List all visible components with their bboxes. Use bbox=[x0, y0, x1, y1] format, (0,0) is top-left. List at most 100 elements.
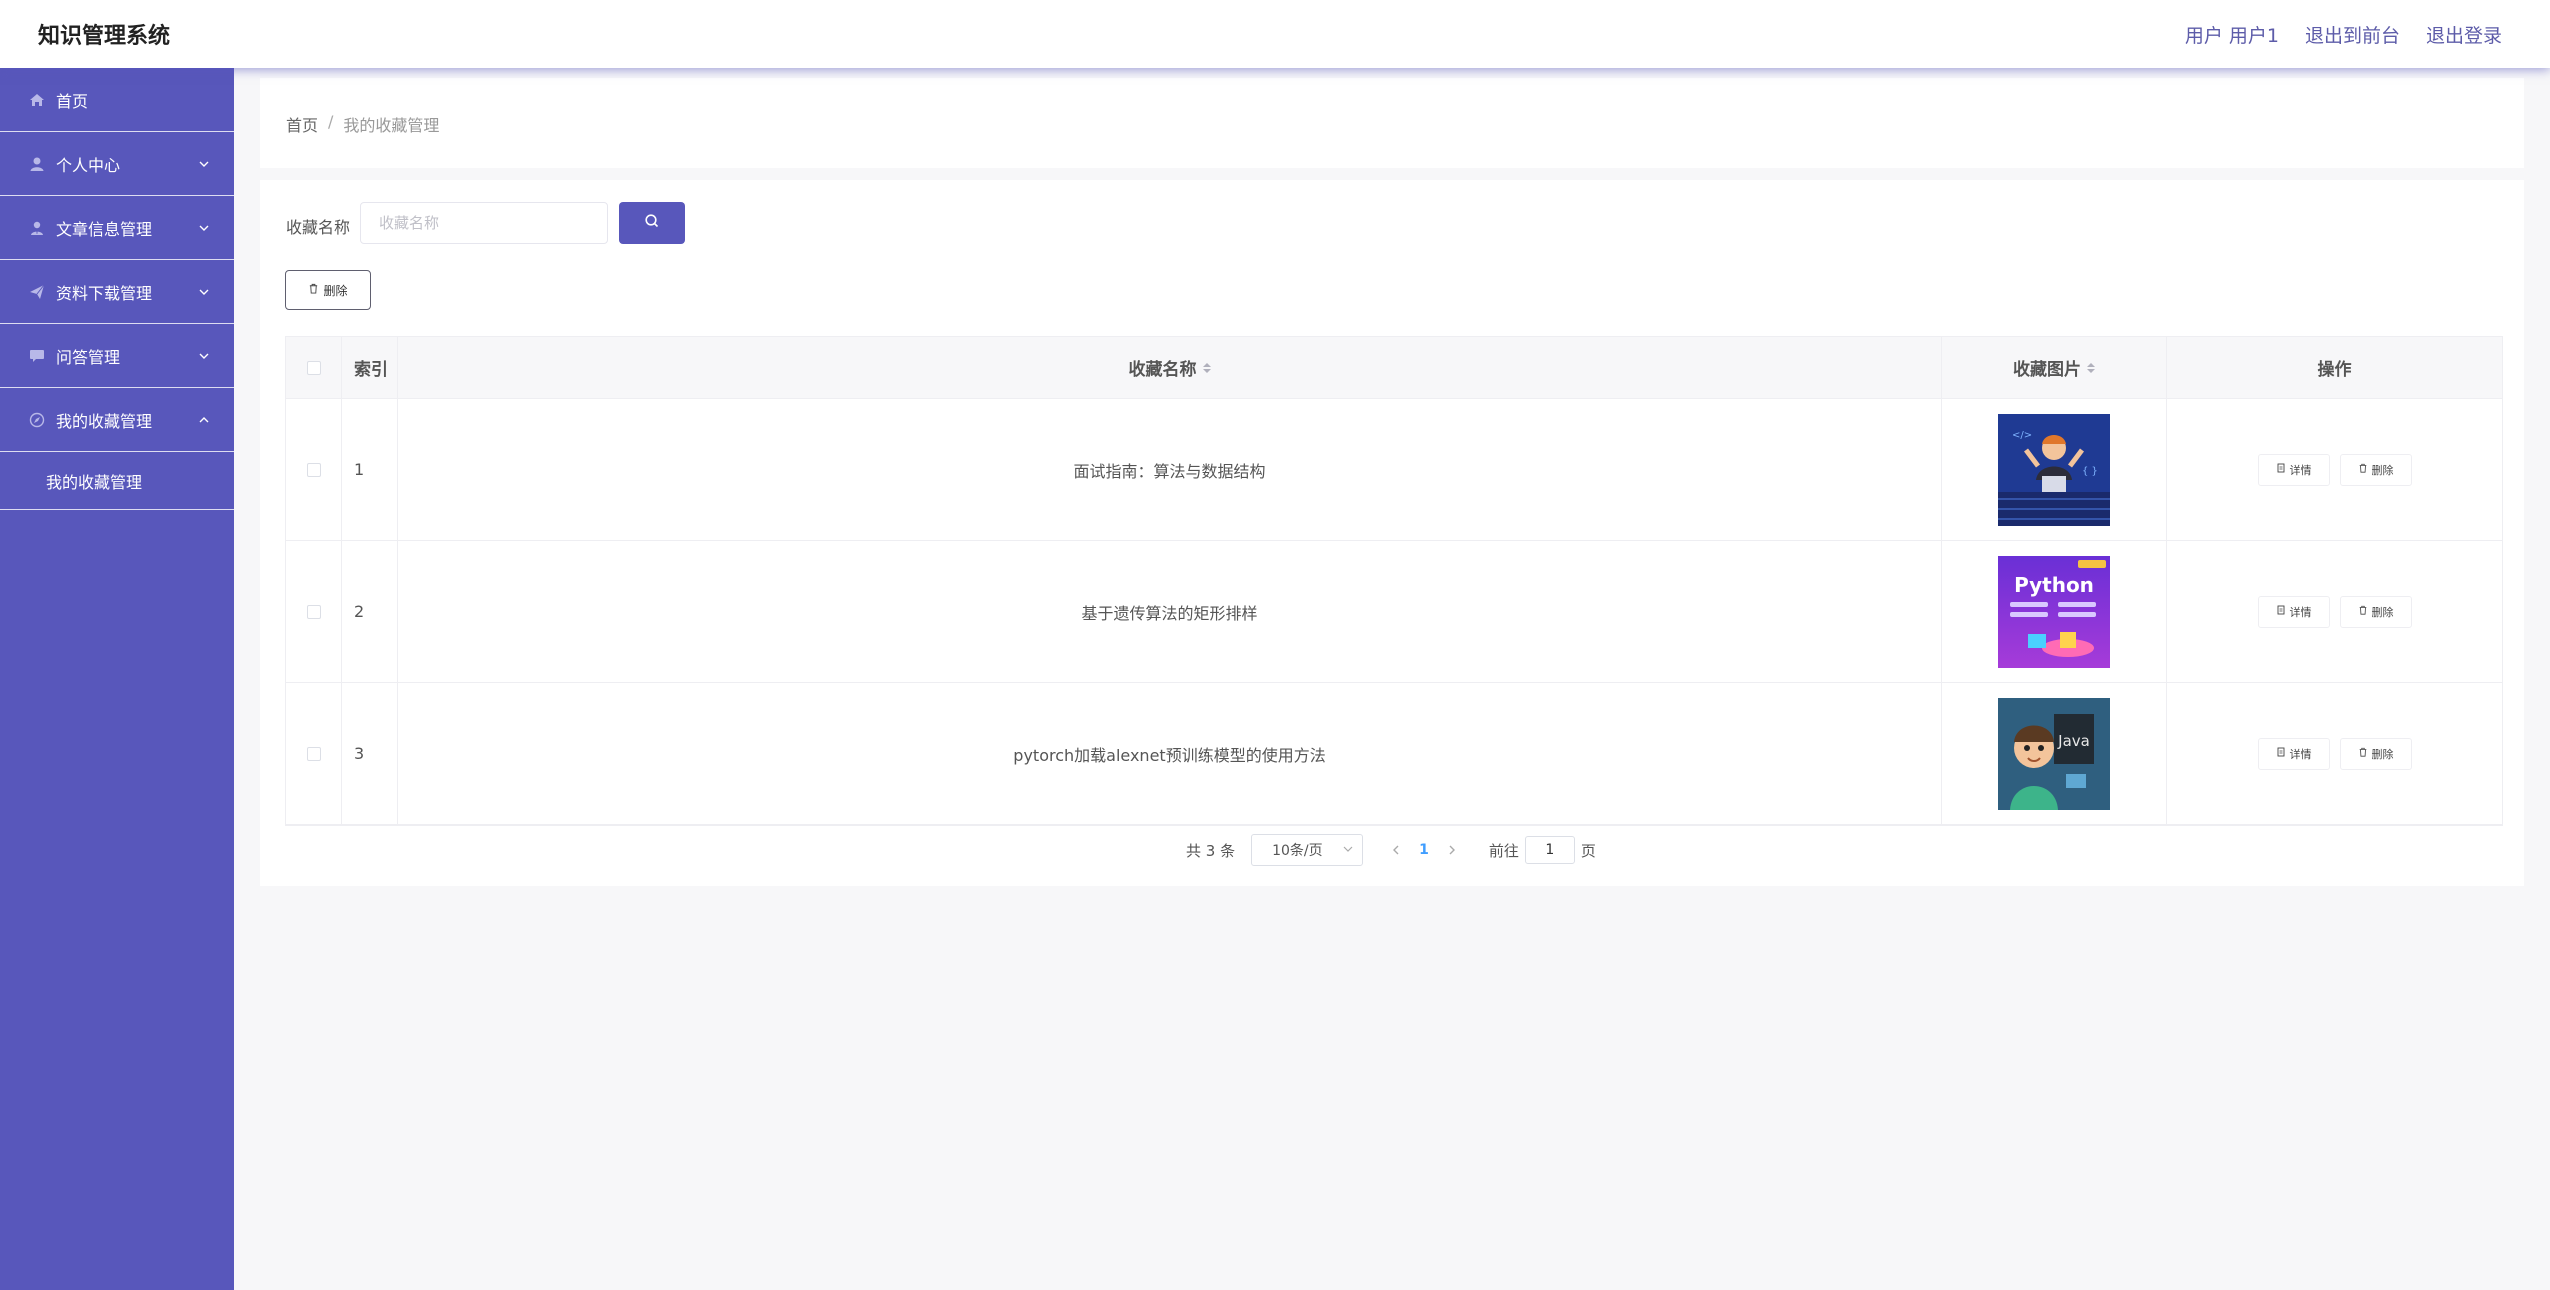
submenu-item-label: 我的收藏管理 bbox=[46, 472, 143, 492]
row-actions: 详情 删除 bbox=[2167, 683, 2502, 824]
row-index: 3 bbox=[342, 683, 398, 824]
logout-link[interactable]: 退出登录 bbox=[2426, 21, 2502, 48]
sidebar-item-label: 我的收藏管理 bbox=[56, 411, 153, 431]
exit-to-frontend-link[interactable]: 退出到前台 bbox=[2305, 21, 2400, 48]
compass-icon bbox=[28, 411, 46, 429]
row-name: 基于遗传算法的矩形排样 bbox=[398, 541, 1942, 682]
row-checkbox[interactable] bbox=[306, 462, 321, 477]
page-suffix: 页 bbox=[1580, 841, 1596, 860]
breadcrumb-separator: / bbox=[328, 112, 334, 131]
sidebar-item-article-management[interactable]: 文章信息管理 bbox=[0, 196, 234, 260]
row-index: 1 bbox=[342, 399, 398, 540]
main-card: 收藏名称 删除 索引 收藏名称 收藏图片 操作 1 bbox=[260, 180, 2524, 886]
row-image-cell: </> { } bbox=[1942, 399, 2167, 540]
row-name: 面试指南：算法与数据结构 bbox=[398, 399, 1942, 540]
search-button[interactable] bbox=[619, 202, 685, 244]
next-page-button[interactable] bbox=[1445, 844, 1459, 856]
row-checkbox-cell bbox=[286, 399, 342, 540]
header-image[interactable]: 收藏图片 bbox=[1942, 337, 2167, 398]
document-icon bbox=[2276, 463, 2286, 476]
breadcrumb-current: 我的收藏管理 bbox=[343, 116, 440, 135]
chat-icon bbox=[28, 347, 46, 365]
search-icon bbox=[644, 213, 660, 233]
pagination-total: 共 3 条 bbox=[1186, 841, 1236, 860]
breadcrumb-card: 首页 / 我的收藏管理 bbox=[260, 78, 2524, 168]
svg-text:Java: Java bbox=[2057, 732, 2090, 750]
table-row: 1 面试指南：算法与数据结构 </> { } 详情 删除 bbox=[286, 399, 2502, 541]
sidebar-item-personal-center[interactable]: 个人中心 bbox=[0, 132, 234, 196]
sort-icon[interactable] bbox=[1202, 362, 1211, 373]
sidebar-item-download-management[interactable]: 资料下载管理 bbox=[0, 260, 234, 324]
paper-plane-icon bbox=[28, 283, 46, 301]
delete-button[interactable]: 删除 bbox=[2339, 453, 2412, 486]
cartoon-programmer-thumbnail[interactable]: </> { } bbox=[1998, 413, 2110, 526]
user-name-link[interactable]: 用户 用户1 bbox=[2185, 21, 2279, 48]
table-row: 3 pytorch加载alexnet预训练模型的使用方法 Java 详情 删除 bbox=[286, 683, 2502, 825]
row-name: pytorch加载alexnet预训练模型的使用方法 bbox=[398, 683, 1942, 824]
sidebar-item-qa-management[interactable]: 问答管理 bbox=[0, 324, 234, 388]
table-row: 2 基于遗传算法的矩形排样 Python 详情 删除 bbox=[286, 541, 2502, 683]
goto-label: 前往 bbox=[1488, 841, 1519, 860]
prev-page-button[interactable] bbox=[1389, 844, 1403, 856]
java-cartoon-thumbnail[interactable]: Java bbox=[1998, 697, 2110, 810]
user-icon bbox=[28, 155, 46, 173]
row-actions: 详情 删除 bbox=[2167, 541, 2502, 682]
document-icon bbox=[2276, 605, 2286, 618]
document-icon bbox=[2276, 747, 2286, 760]
delete-button[interactable]: 删除 bbox=[2339, 595, 2412, 628]
sidebar: 首页 个人中心 文章信息管理 资料下载管理 问答管理 我的收藏管理 我的收藏管理 bbox=[0, 68, 234, 1290]
detail-button[interactable]: 详情 bbox=[2257, 595, 2330, 628]
chevron-down-icon bbox=[1342, 843, 1354, 859]
detail-button[interactable]: 详情 bbox=[2257, 737, 2330, 770]
search-input[interactable] bbox=[360, 202, 608, 244]
row-image-cell: Java bbox=[1942, 683, 2167, 824]
chevron-up-icon bbox=[198, 411, 210, 430]
row-actions: 详情 删除 bbox=[2167, 399, 2502, 540]
svg-text:</>: </> bbox=[2012, 430, 2032, 441]
header-name[interactable]: 收藏名称 bbox=[398, 337, 1942, 398]
top-header: 知识管理系统 用户 用户1 退出到前台 退出登录 bbox=[0, 0, 2550, 68]
goto-page-input[interactable] bbox=[1524, 836, 1575, 864]
page-size-value: 10条/页 bbox=[1272, 843, 1323, 859]
delete-label: 删除 bbox=[2371, 463, 2394, 477]
pagination: 共 3 条 10条/页 1 前往 页 bbox=[1186, 834, 1596, 866]
submenu-item-my-favorites[interactable]: 我的收藏管理 bbox=[0, 452, 234, 510]
row-checkbox[interactable] bbox=[306, 746, 321, 761]
header-checkbox-cell bbox=[286, 337, 342, 398]
sidebar-item-label: 个人中心 bbox=[56, 155, 121, 175]
chevron-down-icon bbox=[198, 155, 210, 174]
batch-delete-button[interactable]: 删除 bbox=[285, 270, 371, 310]
sidebar-item-label: 问答管理 bbox=[56, 347, 121, 367]
delete-label: 删除 bbox=[323, 283, 348, 298]
row-checkbox-cell bbox=[286, 541, 342, 682]
app-title: 知识管理系统 bbox=[38, 24, 171, 49]
breadcrumb-home[interactable]: 首页 bbox=[286, 112, 318, 136]
favorites-table: 索引 收藏名称 收藏图片 操作 1 面试指南：算法与数据结构 </> {} 详… bbox=[285, 336, 2503, 826]
svg-text:{ }: { } bbox=[2082, 466, 2098, 477]
user-tie-icon bbox=[28, 219, 46, 237]
detail-button[interactable]: 详情 bbox=[2257, 453, 2330, 486]
chevron-down-icon bbox=[198, 347, 210, 366]
row-index: 2 bbox=[342, 541, 398, 682]
header-index: 索引 bbox=[342, 337, 398, 398]
trash-icon bbox=[2358, 463, 2368, 476]
header-image-label: 收藏图片 bbox=[2013, 360, 2081, 380]
row-image-cell: Python bbox=[1942, 541, 2167, 682]
page-size-select[interactable]: 10条/页 bbox=[1251, 834, 1364, 866]
trash-icon bbox=[2358, 747, 2368, 760]
sidebar-item-favorites-management[interactable]: 我的收藏管理 bbox=[0, 388, 234, 452]
python-course-thumbnail[interactable]: Python bbox=[1998, 555, 2110, 668]
detail-label: 详情 bbox=[2289, 463, 2312, 477]
chevron-down-icon bbox=[198, 283, 210, 302]
sidebar-item-home[interactable]: 首页 bbox=[0, 68, 234, 132]
chevron-down-icon bbox=[198, 219, 210, 238]
header-name-label: 收藏名称 bbox=[1128, 360, 1197, 380]
page-number-current[interactable]: 1 bbox=[1419, 842, 1429, 858]
breadcrumb: 首页 / 我的收藏管理 bbox=[286, 112, 439, 136]
row-checkbox-cell bbox=[286, 683, 342, 824]
delete-label: 删除 bbox=[2371, 605, 2394, 619]
select-all-checkbox[interactable] bbox=[306, 360, 321, 375]
row-checkbox[interactable] bbox=[306, 604, 321, 619]
sort-icon[interactable] bbox=[2087, 362, 2095, 373]
delete-button[interactable]: 删除 bbox=[2339, 737, 2412, 770]
